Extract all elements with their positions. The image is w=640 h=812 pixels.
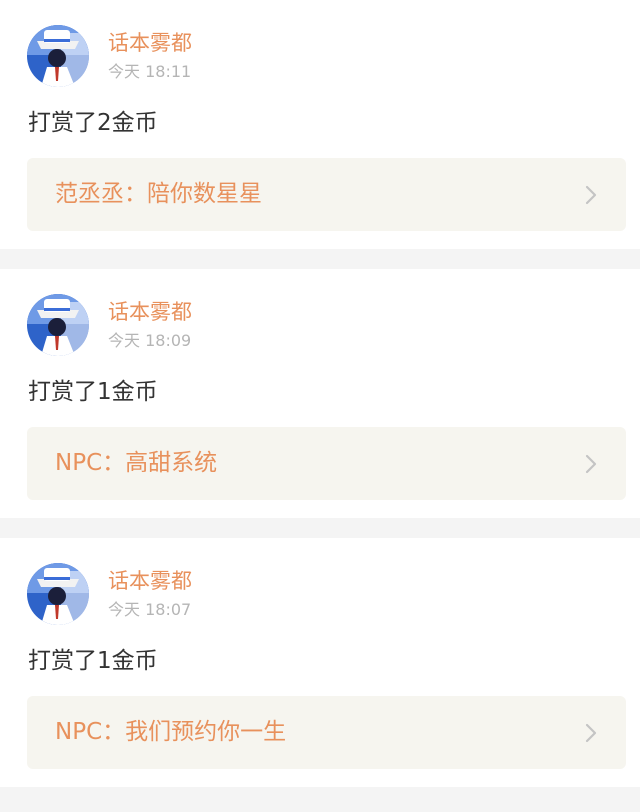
book-link[interactable]: 范丞丞：陪你数星星 [27,158,626,231]
user-avatar[interactable] [27,563,89,625]
avatar-image [27,563,89,625]
reward-feed: 话本雾都 今天 18:11 打赏了2金币 范丞丞：陪你数星星 话本雾都 今天 1… [0,0,640,812]
feed-card: 话本雾都 今天 18:11 打赏了2金币 范丞丞：陪你数星星 [0,0,640,249]
feed-card: 话本雾都 今天 18:07 打赏了1金币 NPC：我们预约你一生 [0,538,640,787]
book-link[interactable]: NPC：我们预约你一生 [27,696,626,769]
reward-message: 打赏了1金币 [28,648,158,674]
avatar-image [27,25,89,87]
chevron-right-icon [585,723,597,743]
chevron-right-icon [585,454,597,474]
timestamp: 今天 18:11 [108,62,192,81]
book-link[interactable]: NPC：高甜系统 [27,427,626,500]
avatar-image [27,294,89,356]
username[interactable]: 话本雾都 [108,30,192,56]
reward-message: 打赏了1金币 [28,379,158,405]
username[interactable]: 话本雾都 [108,299,192,325]
chevron-right-icon [585,185,597,205]
feed-card: 话本雾都 今天 18:09 打赏了1金币 NPC：高甜系统 [0,269,640,518]
book-title: 范丞丞：陪你数星星 [55,181,262,207]
username[interactable]: 话本雾都 [108,568,192,594]
user-avatar[interactable] [27,25,89,87]
timestamp: 今天 18:09 [108,331,192,350]
user-avatar[interactable] [27,294,89,356]
book-title: NPC：高甜系统 [55,450,218,476]
book-title: NPC：我们预约你一生 [55,719,287,745]
reward-message: 打赏了2金币 [28,110,158,136]
timestamp: 今天 18:07 [108,600,192,619]
